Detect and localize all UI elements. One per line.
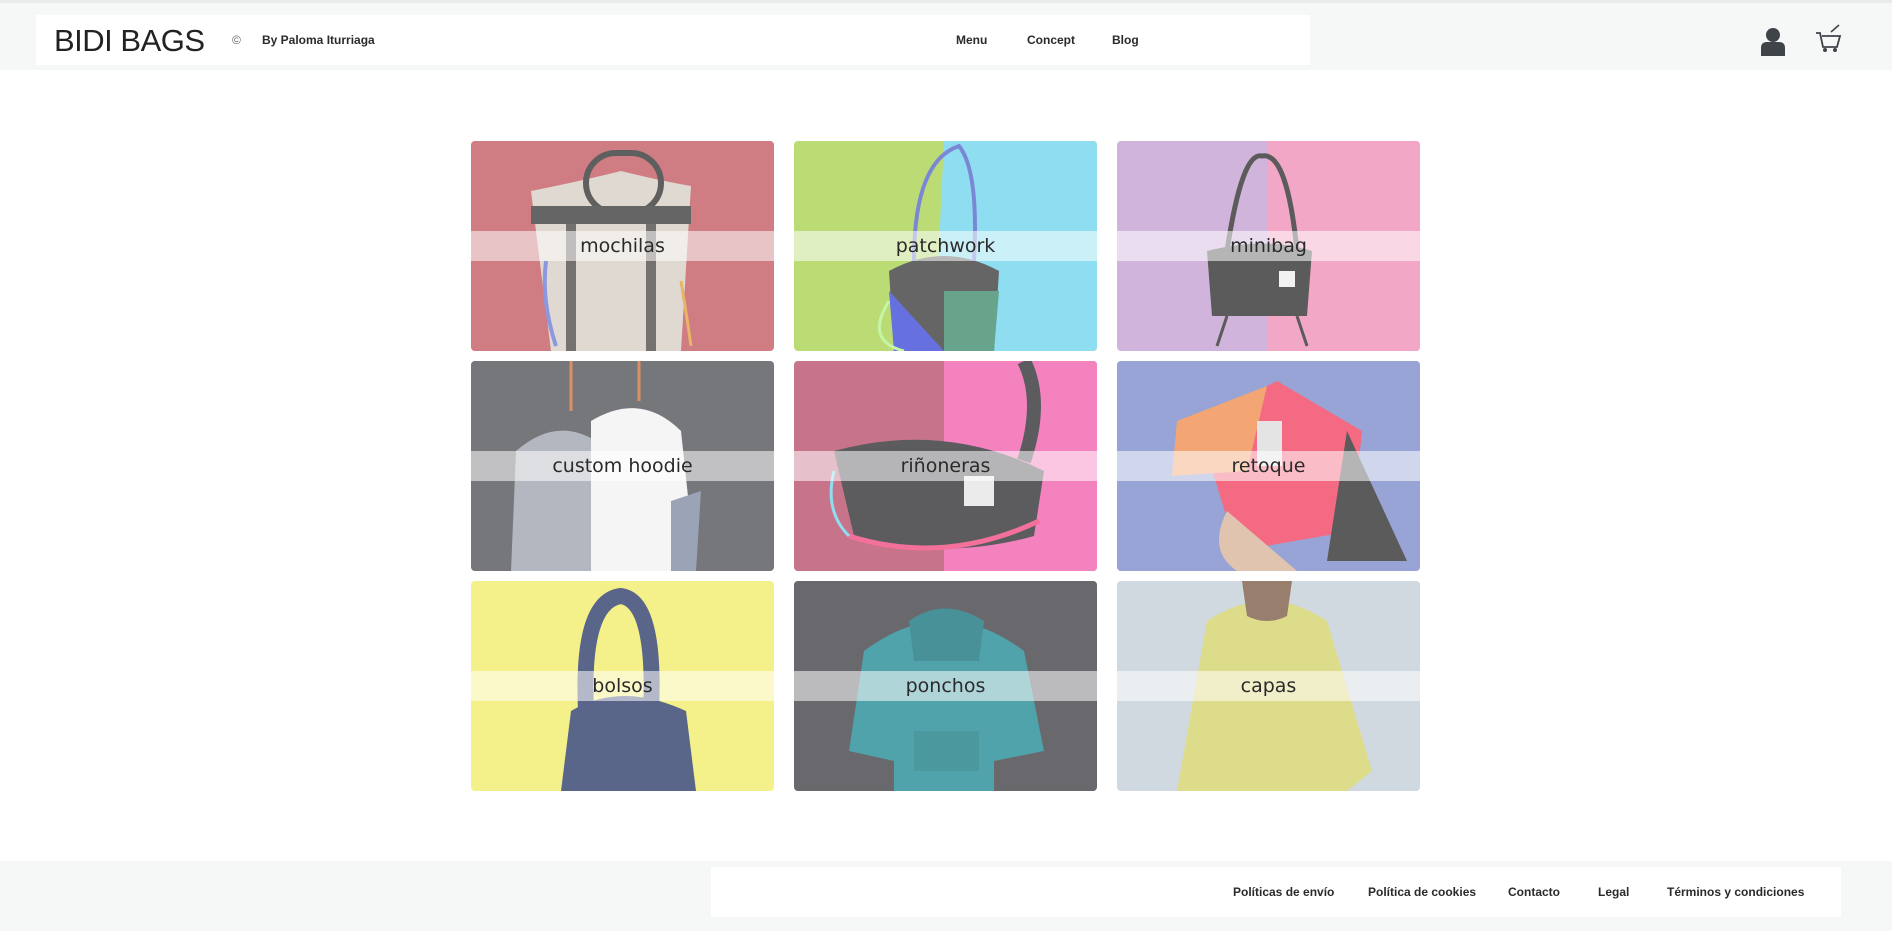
tile-label: minibag (1230, 235, 1307, 257)
user-icon[interactable] (1761, 27, 1785, 56)
tile-label: bolsos (592, 675, 653, 697)
footer-link-terms[interactable]: Términos y condiciones (1667, 885, 1804, 899)
nav-concept[interactable]: Concept (1027, 33, 1075, 47)
footer-link-cookies[interactable]: Política de cookies (1368, 885, 1476, 899)
tile-label: riñoneras (900, 455, 991, 477)
category-tile-rinoneras[interactable]: riñoneras (794, 361, 1097, 571)
category-tile-patchwork[interactable]: patchwork (794, 141, 1097, 351)
nav-menu[interactable]: Menu (956, 33, 987, 47)
tile-label: retoque (1231, 455, 1306, 477)
tile-label: patchwork (895, 235, 996, 257)
tile-label: ponchos (905, 675, 986, 697)
nav-blog[interactable]: Blog (1112, 33, 1139, 47)
category-tile-minibag[interactable]: minibag (1117, 141, 1420, 351)
footer-link-shipping[interactable]: Políticas de envío (1233, 885, 1334, 899)
copyright-symbol: © (232, 33, 241, 47)
tile-label: capas (1240, 675, 1297, 697)
tile-label: custom hoodie (552, 455, 693, 477)
footer-link-legal[interactable]: Legal (1598, 885, 1629, 899)
category-tile-ponchos[interactable]: ponchos (794, 581, 1097, 791)
cart-icon[interactable] (1815, 24, 1842, 54)
category-tile-mochilas[interactable]: mochilas (471, 141, 774, 351)
category-tile-capas[interactable]: capas (1117, 581, 1420, 791)
category-tile-bolsos[interactable]: bolsos (471, 581, 774, 791)
category-tile-retoque[interactable]: retoque (1117, 361, 1420, 571)
tile-label: mochilas (580, 235, 665, 257)
category-tile-custom-hoodie[interactable]: custom hoodie (471, 361, 774, 571)
site-logo[interactable]: BIDI BAGS (54, 24, 205, 58)
footer-link-contact[interactable]: Contacto (1508, 885, 1560, 899)
byline: By Paloma Iturriaga (262, 33, 375, 47)
